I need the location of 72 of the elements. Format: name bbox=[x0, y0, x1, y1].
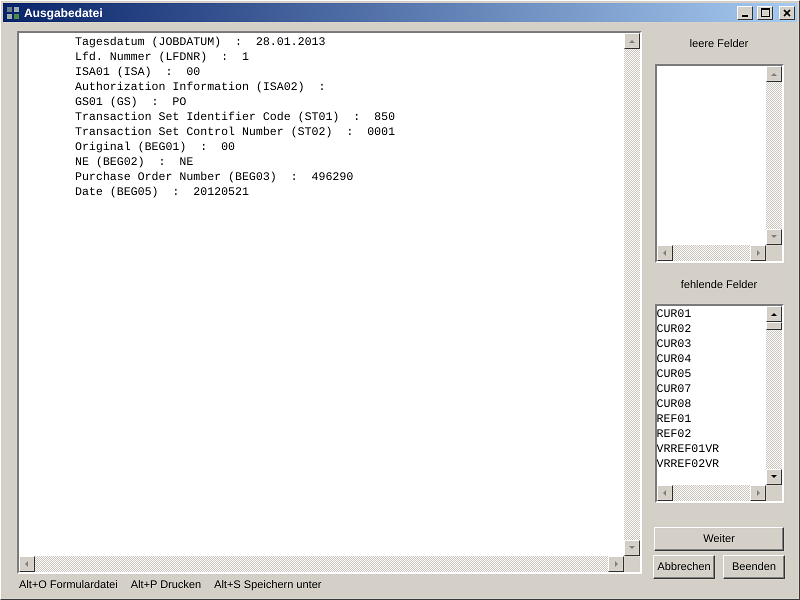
triangle-up-icon bbox=[628, 37, 636, 45]
scroll-right-button[interactable] bbox=[608, 556, 624, 572]
list-item[interactable]: CUR05 bbox=[656, 367, 766, 382]
scroll-up-button[interactable] bbox=[624, 33, 640, 49]
list-item[interactable]: CUR03 bbox=[656, 337, 766, 352]
triangle-left-icon bbox=[23, 560, 31, 568]
list-item[interactable]: VRREF01VR bbox=[656, 442, 766, 457]
scroll-right-button[interactable] bbox=[750, 245, 766, 261]
triangle-up-icon bbox=[770, 310, 778, 318]
horizontal-scrollbar[interactable] bbox=[19, 556, 624, 572]
scrollbar-corner bbox=[766, 245, 782, 261]
triangle-down-icon bbox=[628, 544, 636, 552]
shortcut-hint: Alt+O Formulardatei bbox=[19, 579, 118, 591]
output-line: Original (BEG01) : 00 bbox=[75, 140, 236, 155]
scroll-down-button[interactable] bbox=[624, 540, 640, 556]
output-line: GS01 (GS) : PO bbox=[75, 95, 188, 110]
scroll-left-button[interactable] bbox=[19, 556, 35, 572]
triangle-left-icon bbox=[660, 249, 668, 257]
output-line: Lfd. Nummer (LFDNR) : 1 bbox=[75, 50, 250, 65]
scroll-up-button[interactable] bbox=[766, 66, 782, 82]
output-line: Purchase Order Number (BEG03) : 496290 bbox=[75, 170, 354, 185]
horizontal-scrollbar[interactable] bbox=[656, 245, 766, 261]
scrollbar-corner bbox=[766, 485, 782, 501]
scroll-down-button[interactable] bbox=[766, 229, 782, 245]
list-item[interactable]: CUR04 bbox=[656, 352, 766, 367]
window-title: Ausgabedatei bbox=[24, 6, 104, 20]
scroll-left-button[interactable] bbox=[656, 245, 672, 261]
list-item[interactable]: VRREF02VR bbox=[656, 457, 766, 472]
vertical-scrollbar[interactable] bbox=[624, 33, 640, 556]
horizontal-scrollbar[interactable] bbox=[656, 485, 766, 501]
list-item[interactable]: CUR02 bbox=[656, 322, 766, 337]
vertical-scrollbar[interactable] bbox=[766, 66, 782, 245]
list-item[interactable]: CUR07 bbox=[656, 382, 766, 397]
triangle-right-icon bbox=[612, 560, 620, 568]
output-line: Tagesdatum (JOBDATUM) : 28.01.2013 bbox=[75, 35, 326, 50]
triangle-left-icon bbox=[660, 489, 668, 497]
minimize-icon bbox=[742, 14, 748, 16]
close-icon bbox=[783, 8, 791, 16]
vertical-scrollbar[interactable] bbox=[766, 306, 782, 485]
scroll-down-button[interactable] bbox=[766, 469, 782, 485]
shortcut-hint: Alt+S Speichern unter bbox=[214, 579, 322, 591]
missing-fields-list[interactable]: CUR01 CUR02 CUR03 CUR04 CUR05 CUR07 CUR08 REF01 REF02 VRREF01VR VRREF02VR bbox=[654, 304, 784, 503]
close-button[interactable] bbox=[779, 6, 795, 20]
empty-fields-label: leere Felder bbox=[690, 38, 748, 50]
scroll-up-button[interactable] bbox=[766, 306, 782, 322]
next-button[interactable]: Weiter bbox=[654, 527, 784, 551]
output-line: Date (BEG05) : 20120521 bbox=[75, 185, 250, 200]
list-item[interactable]: CUR01 bbox=[656, 307, 766, 322]
scroll-left-button[interactable] bbox=[656, 485, 672, 501]
cancel-button[interactable]: Abbrechen bbox=[653, 555, 715, 579]
triangle-down-icon bbox=[770, 233, 778, 241]
output-line: Transaction Set Identifier Code (ST01) : 850 bbox=[75, 110, 396, 125]
exit-button[interactable]: Beenden bbox=[723, 555, 785, 579]
maximize-button[interactable] bbox=[757, 6, 773, 20]
app-icon bbox=[6, 6, 20, 20]
scroll-right-button[interactable] bbox=[750, 485, 766, 501]
output-line: Transaction Set Control Number (ST02) : 0001 bbox=[75, 125, 396, 140]
output-line: ISA01 (ISA) : 00 bbox=[75, 65, 202, 80]
scroll-thumb[interactable] bbox=[766, 322, 782, 330]
list-item[interactable]: CUR08 bbox=[656, 397, 766, 412]
output-line: Authorization Information (ISA02) : bbox=[75, 80, 326, 95]
shortcut-hint: Alt+P Drucken bbox=[130, 579, 202, 591]
missing-fields-label: fehlende Felder bbox=[680, 279, 758, 291]
minimize-button[interactable] bbox=[737, 6, 753, 20]
list-item[interactable]: REF01 bbox=[656, 412, 766, 427]
triangle-up-icon bbox=[770, 70, 778, 78]
scrollbar-corner bbox=[624, 556, 640, 572]
output-line: NE (BEG02) : NE bbox=[75, 155, 194, 170]
empty-fields-list[interactable] bbox=[654, 64, 784, 263]
maximize-icon bbox=[760, 8, 770, 17]
list-item[interactable]: REF02 bbox=[656, 427, 766, 442]
triangle-down-icon bbox=[770, 473, 778, 481]
